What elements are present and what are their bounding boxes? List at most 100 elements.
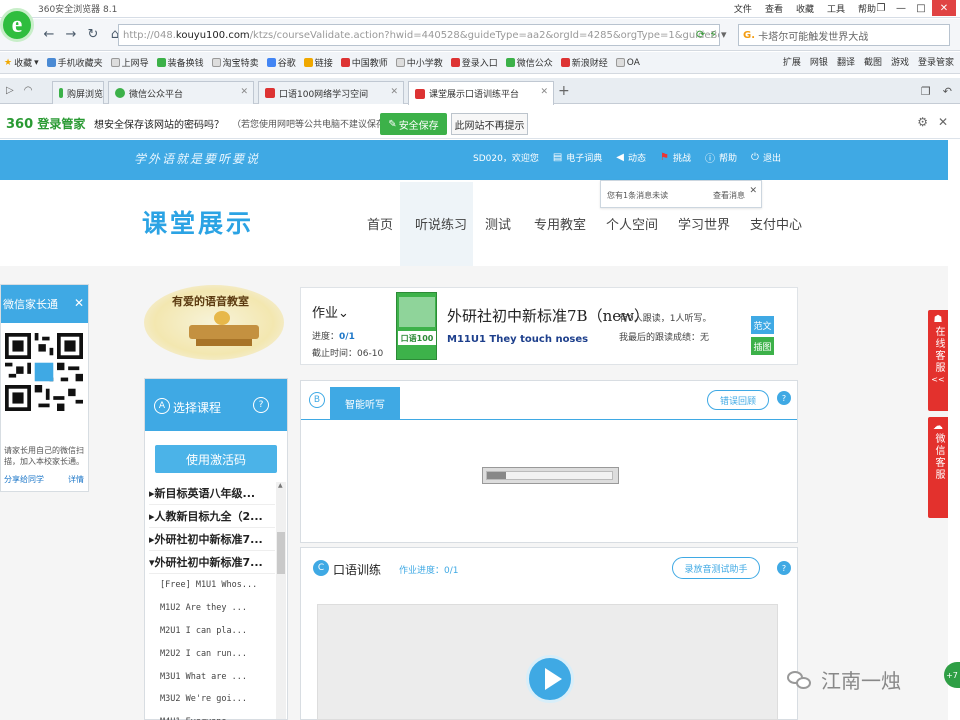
secure-save-button[interactable]: ✎ 安全保存 <box>380 113 447 135</box>
extensions-button[interactable]: 扩展 <box>783 55 801 68</box>
nav-home[interactable]: 首页 <box>367 214 393 233</box>
course-item[interactable]: ▸ 外研社初中新标准7... <box>149 528 275 551</box>
course-item[interactable]: ▸ 新目标英语八年级... <box>149 482 275 505</box>
bookmark-item[interactable]: OA <box>615 58 640 68</box>
tab-list-icon[interactable]: ❐ <box>921 85 931 98</box>
error-review-button[interactable]: 错误回顾 <box>707 390 769 410</box>
lesson-item[interactable]: M4U1 Everyone ... <box>149 711 275 720</box>
lesson-item[interactable]: M2U2 I can run... <box>149 642 275 665</box>
tab-kouyu[interactable]: 口语100网络学习空间 ✕ <box>258 81 404 104</box>
nav-listening[interactable]: 听说练习 <box>415 214 467 233</box>
wechat-service-tab[interactable]: ☁ 微信客服 <box>928 417 948 518</box>
help-icon[interactable]: ? <box>777 561 791 575</box>
bookmark-item[interactable]: 登录入口 <box>450 56 498 69</box>
menu-file[interactable]: 文件 <box>734 2 752 15</box>
help-icon[interactable]: ? <box>253 397 269 413</box>
online-service-label: 在线客服 <box>933 326 944 374</box>
link-help[interactable]: ⓘ 帮助 <box>705 150 737 165</box>
illustration-button[interactable]: 插图 <box>751 337 774 355</box>
dictionary-icon: ▤ <box>552 152 563 163</box>
bookmark-item[interactable]: 上网导 <box>110 56 149 69</box>
bookmark-item[interactable]: 淘宝特卖 <box>211 56 259 69</box>
link-challenge[interactable]: ⚑ 挑战 <box>660 151 691 164</box>
lesson-item[interactable]: [Free] M1U1 Whos... <box>149 574 275 597</box>
bookmark-item[interactable]: 新浪财经 <box>560 56 608 69</box>
new-tab-button[interactable]: + <box>558 83 570 99</box>
close-icon[interactable]: ✕ <box>938 115 948 129</box>
sidebar-toggle-icon[interactable]: ▷ <box>6 85 14 96</box>
menu-view[interactable]: 查看 <box>765 2 783 15</box>
homework-label[interactable]: 作业⌄ <box>312 302 349 321</box>
nav-test[interactable]: 测试 <box>485 214 511 233</box>
scrollbar-thumb[interactable] <box>277 532 285 574</box>
back-icon[interactable]: ← <box>40 25 58 43</box>
menu-tools[interactable]: 工具 <box>827 2 845 15</box>
sample-essay-button[interactable]: 范文 <box>751 316 774 334</box>
forward-icon[interactable]: → <box>62 25 80 43</box>
tab-classroom[interactable]: 课堂展示口语训练平台 ✕ <box>408 81 554 105</box>
bookmark-item[interactable]: 微信公众 <box>505 56 553 69</box>
course-item[interactable]: ▸ 人教新目标九全（2... <box>149 505 275 528</box>
login-manager-button[interactable]: 登录管家 <box>918 55 954 68</box>
nav-classroom[interactable]: 专用教室 <box>534 214 586 233</box>
games-button[interactable]: 游戏 <box>891 55 909 68</box>
restore-tab-icon[interactable]: ◠ <box>24 85 33 96</box>
search-input[interactable]: G. 卡塔尔可能触发世界大战 <box>738 24 950 46</box>
menu-favorites[interactable]: 收藏 <box>796 2 814 15</box>
detail-link[interactable]: 详情 <box>68 474 84 485</box>
undo-close-icon[interactable]: ↶ <box>943 85 952 98</box>
link-dictionary[interactable]: ▤ 电子词典 <box>553 151 602 164</box>
secure-icon[interactable]: ⟳ <box>696 28 705 41</box>
help-icon[interactable]: ? <box>777 391 791 405</box>
lesson-item[interactable]: M3U1 What are ... <box>149 665 275 688</box>
lightning-icon[interactable]: ⚡ <box>709 28 717 41</box>
bookmark-item[interactable]: 中国教师 <box>340 56 388 69</box>
view-messages-link[interactable]: 查看消息 <box>713 190 745 201</box>
link-updates[interactable]: ◀ 动态 <box>616 151 646 164</box>
bookmark-favorites[interactable]: ★ 收藏 ▾ <box>4 56 39 70</box>
play-icon[interactable] <box>526 655 574 703</box>
bookmark-item[interactable]: 装备换钱 <box>156 56 204 69</box>
dropdown-icon[interactable]: ▾ <box>721 28 727 41</box>
course-list-scrollbar[interactable]: ▲ <box>276 482 286 719</box>
lesson-item[interactable]: M2U1 I can pla... <box>149 620 275 643</box>
nav-world[interactable]: 学习世界 <box>678 214 730 233</box>
nav-personal[interactable]: 个人空间 <box>606 214 658 233</box>
never-prompt-button[interactable]: 此网站不再提示 <box>451 113 528 135</box>
course-item-expanded[interactable]: ▾ 外研社初中新标准7... <box>149 551 275 574</box>
restore-icon[interactable]: ❐ <box>872 0 890 16</box>
nav-buttons: ← → ↻ ⌂ <box>40 25 124 43</box>
scroll-up-icon[interactable]: ▲ <box>278 482 283 489</box>
search-engine-icon[interactable]: G. <box>743 30 755 41</box>
link-logout[interactable]: ⏻ 退出 <box>751 151 781 164</box>
refresh-icon[interactable]: ↻ <box>84 25 102 43</box>
share-link[interactable]: 分享给同学 <box>4 474 44 485</box>
bookmark-item[interactable]: 手机收藏夹 <box>46 56 103 69</box>
screenshot-button[interactable]: 截图 <box>864 55 882 68</box>
bookmark-item[interactable]: 中小学教 <box>395 56 443 69</box>
bookmark-item[interactable]: 链接 <box>303 56 333 69</box>
gear-icon[interactable]: ⚙ <box>917 115 928 129</box>
sound-test-button[interactable]: 录放音测试助手 <box>672 557 760 579</box>
close-window-icon[interactable]: ✕ <box>932 0 956 16</box>
bookmark-item[interactable]: 谷歌 <box>266 56 296 69</box>
tab-wechat[interactable]: 微信公众平台 ✕ <box>108 81 254 104</box>
close-tab-icon[interactable]: ✕ <box>390 87 398 97</box>
maximize-icon[interactable]: □ <box>912 0 930 16</box>
nav-payment[interactable]: 支付中心 <box>750 214 802 233</box>
close-icon[interactable]: ✕ <box>749 186 757 196</box>
online-service-tab[interactable]: ☗ 在线客服 << <box>928 310 948 411</box>
lesson-item[interactable]: M3U2 We're goi... <box>149 688 275 711</box>
minimize-icon[interactable]: — <box>892 0 910 16</box>
close-tab-icon[interactable]: ✕ <box>540 87 548 97</box>
activation-code-button[interactable]: 使用激活码 <box>155 445 277 473</box>
lesson-item[interactable]: M1U2 Are they ... <box>149 597 275 620</box>
close-tab-icon[interactable]: ✕ <box>240 87 248 97</box>
url-input[interactable]: http://048. kouyu100.com/ktzs/courseValid… <box>118 24 720 46</box>
close-icon[interactable]: ✕ <box>74 296 84 310</box>
tab-pinned[interactable]: 购屏浏览 <box>52 81 104 104</box>
translate-button[interactable]: 翻译 <box>837 55 855 68</box>
tab-smart-dictation[interactable]: 智能听写 <box>330 387 400 419</box>
speaking-title: 口语训练 <box>333 563 382 577</box>
bank-button[interactable]: 网银 <box>810 55 828 68</box>
